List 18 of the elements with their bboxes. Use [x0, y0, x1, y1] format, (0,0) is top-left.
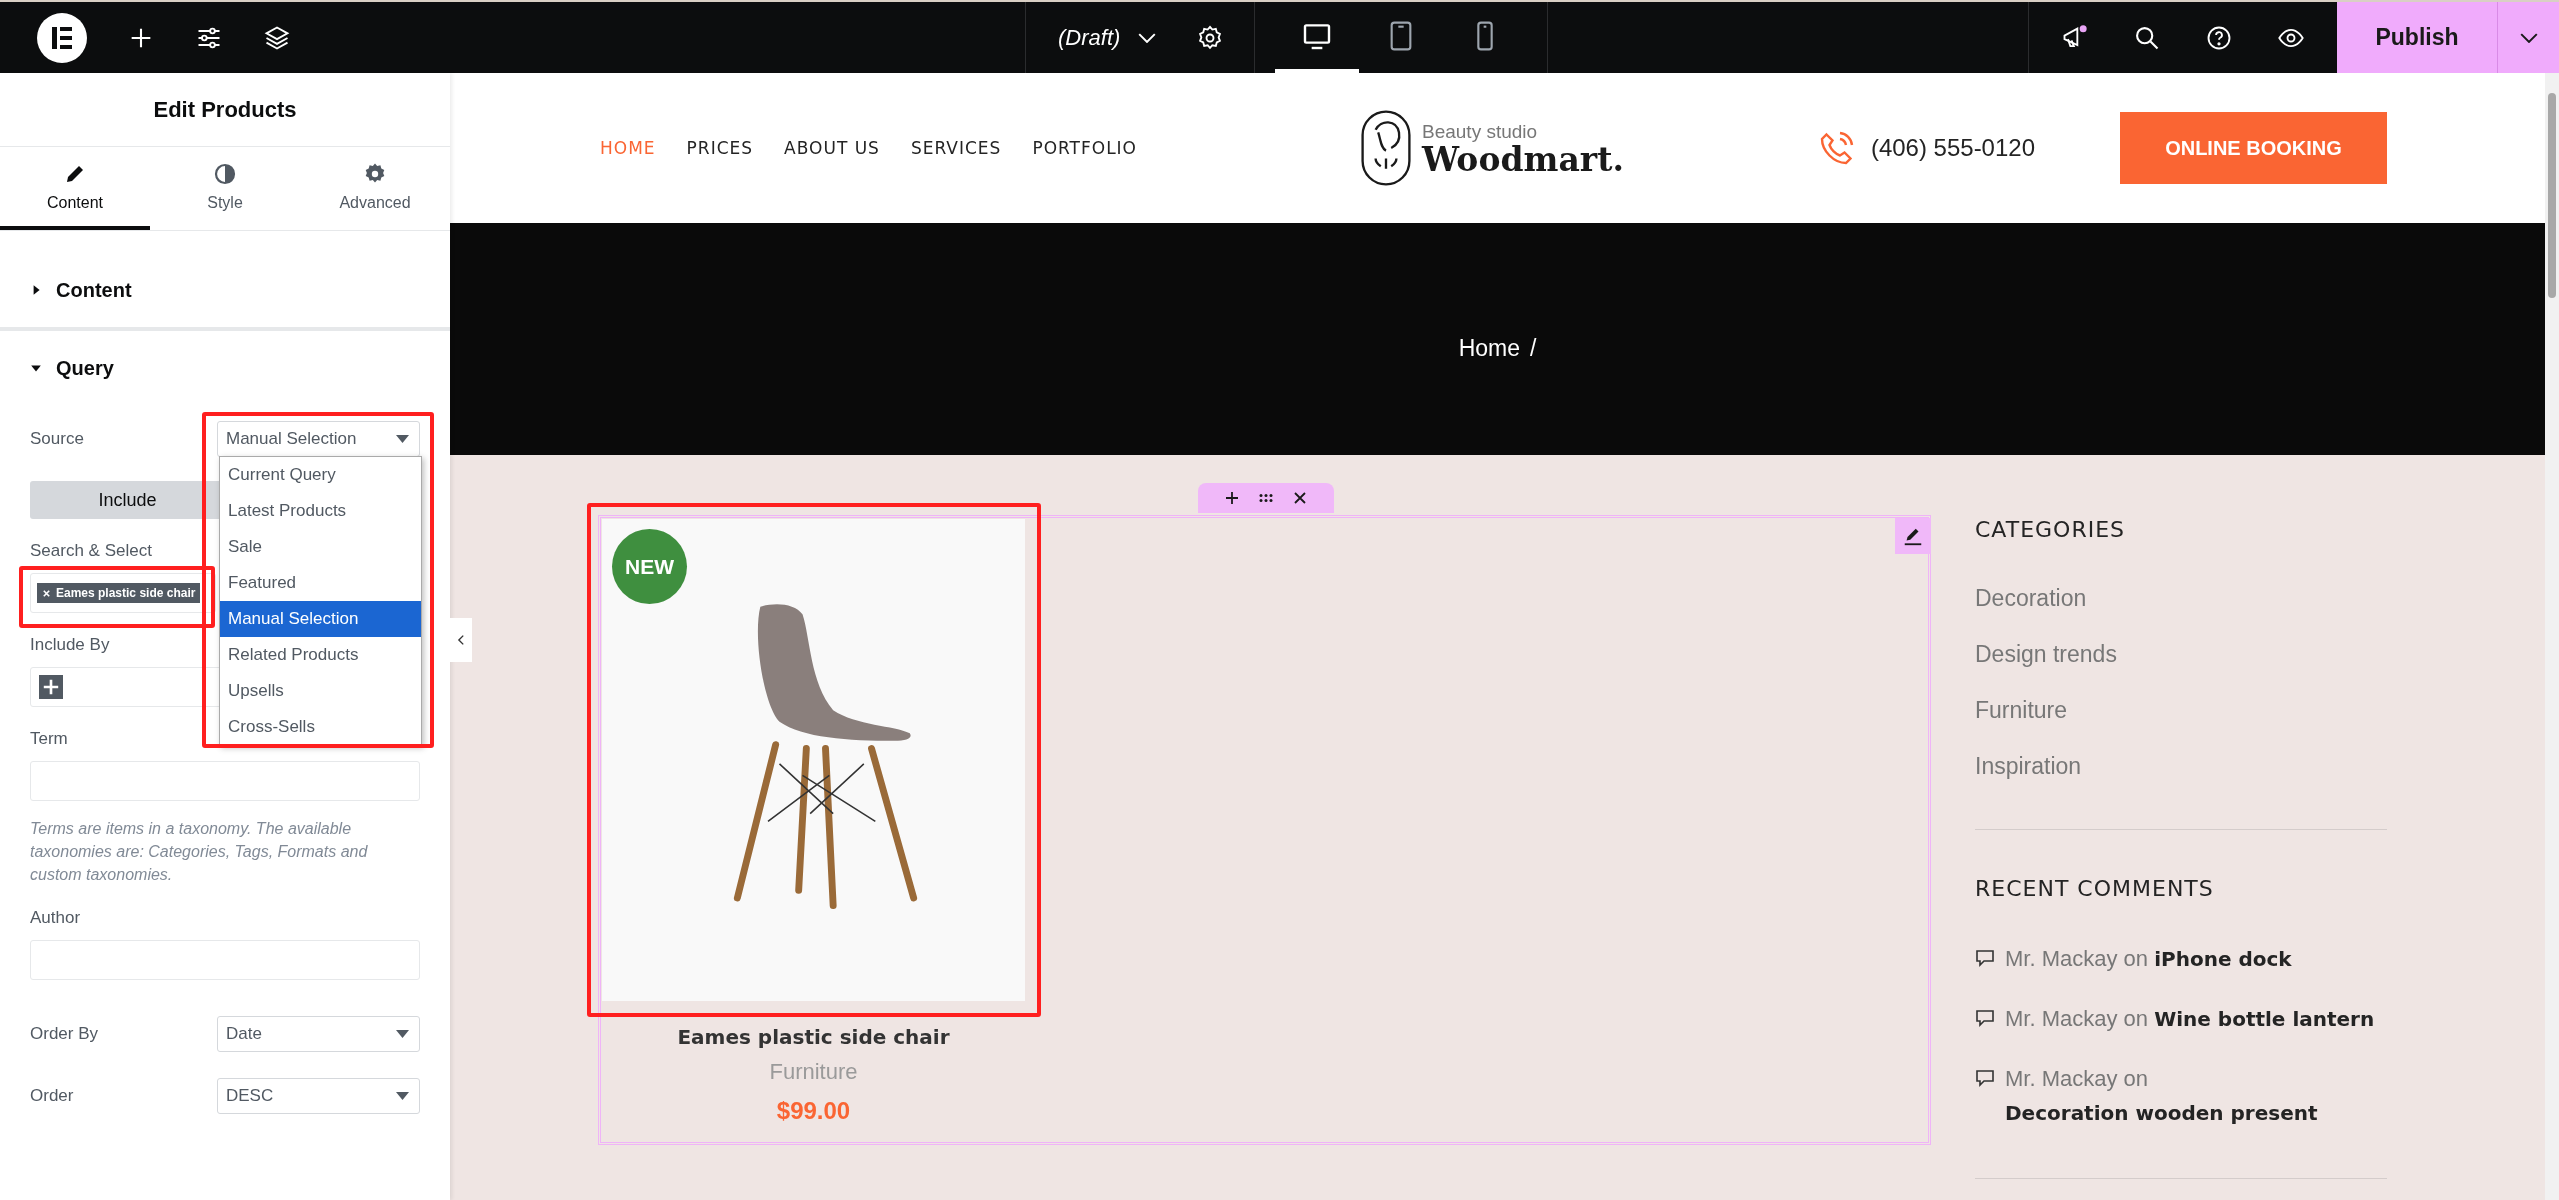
- logo-tagline: Beauty studio: [1422, 120, 1539, 143]
- comment-text: Mr. Mackay on Wine bottle lantern: [2005, 1005, 2375, 1033]
- field-label: Source: [30, 429, 85, 449]
- field-label: Search & Select: [30, 541, 152, 561]
- field-label: Order: [30, 1086, 75, 1106]
- help-text: Terms are items in a taxonomy. The available taxonomies are: Categories, Tags, Formats and custom taxonomies.: [30, 819, 369, 885]
- field-label: Order By: [30, 1024, 100, 1044]
- widget-heading: RECENT COMMENTS: [1975, 875, 2215, 903]
- field-label: Include By: [30, 635, 110, 655]
- field-label: Term: [30, 729, 68, 749]
- phone-number: (406) 555-0120: [1870, 134, 2035, 162]
- widget-heading: CATEGORIES: [1975, 516, 2127, 544]
- comment-text: Mr. Mackay on Decoration wooden present: [2005, 1065, 2319, 1127]
- new-badge: NEW: [612, 529, 687, 604]
- product-price: $99.00: [776, 1097, 851, 1125]
- field-label: Author: [30, 908, 81, 928]
- comment-text: Mr. Mackay on iPhone dock: [2005, 945, 2292, 973]
- breadcrumb-separator: /: [1530, 334, 1537, 362]
